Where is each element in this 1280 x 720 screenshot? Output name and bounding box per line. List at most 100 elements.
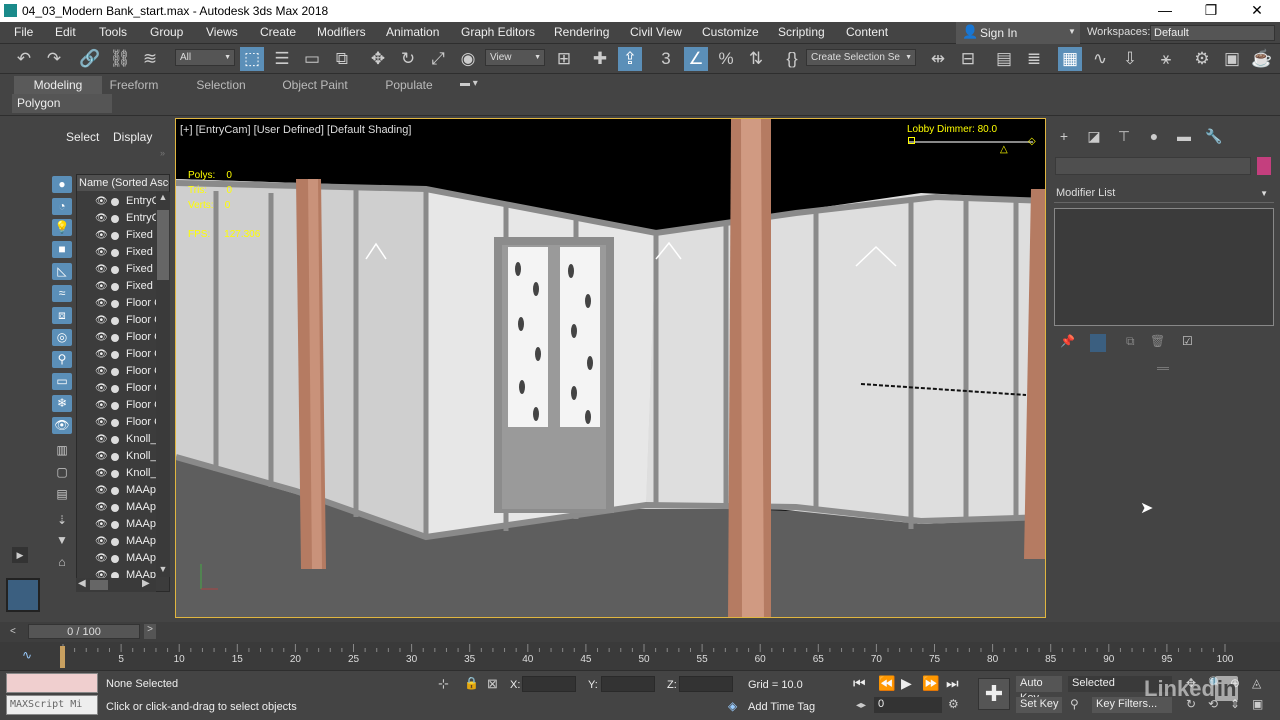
freeze-toggle-icon[interactable] [111,317,119,325]
spinner-snap-icon[interactable]: ⇅ [744,47,768,71]
field-of-view-icon[interactable]: ◬ [1252,676,1261,690]
freeze-toggle-icon[interactable] [111,538,119,546]
unlink-icon[interactable]: ⛓ [108,47,132,71]
menu-create[interactable]: Create [260,25,296,39]
display-bones-icon[interactable]: ⚲ [52,351,72,368]
pin-stack-icon[interactable]: 📌 [1060,334,1075,348]
menu-edit[interactable]: Edit [55,25,76,39]
next-frame-icon[interactable]: ⏩ [922,675,939,692]
visibility-eye-icon[interactable]: 👁 [95,227,108,244]
freeze-toggle-icon[interactable] [111,436,119,444]
freeze-toggle-icon[interactable] [111,521,119,529]
set-key-big-button[interactable]: ✚ [978,678,1010,710]
show-end-result-icon[interactable] [1090,334,1106,352]
redo-icon[interactable]: ↷ [42,47,66,71]
menu-file[interactable]: File [14,25,33,39]
slider-marker-icon[interactable]: △ [1000,144,1008,155]
scene-list-item[interactable]: 👁 Floor C [77,295,161,312]
scene-list-item[interactable]: 👁 MAAp [77,482,161,499]
object-color-swatch[interactable] [1257,157,1271,175]
angle-snap-icon[interactable]: ∠ [684,47,708,71]
visibility-eye-icon[interactable]: 👁 [95,346,108,363]
add-time-tag-button[interactable]: ◈ Add Time Tag [724,698,824,716]
menu-animation[interactable]: Animation [386,25,439,39]
motion-tab-icon[interactable]: ● [1144,128,1164,146]
display-hidden-icon[interactable]: 👁 [52,417,72,434]
display-frozen-icon[interactable]: ❄ [52,395,72,412]
scroll-down-icon[interactable]: ▼ [157,564,169,576]
curve-editor-mini-icon[interactable]: ∿ [22,648,32,662]
freeze-toggle-icon[interactable] [111,334,119,342]
edit-named-selection-icon[interactable]: {} [780,47,804,71]
y-coordinate-field[interactable] [601,676,655,692]
explorer-tab-select[interactable]: Select [66,130,99,144]
rotate-icon[interactable]: ↻ [396,47,420,71]
key-mode-toggle-icon[interactable]: ◂▸ [856,700,866,711]
visibility-eye-icon[interactable]: 👁 [95,363,108,380]
selection-filter-select[interactable]: All [175,49,235,66]
prev-frame-icon[interactable]: ⏪ [878,675,895,692]
named-selection-set-select[interactable]: Create Selection Se [806,49,916,66]
visibility-eye-icon[interactable]: 👁 [95,329,108,346]
visibility-eye-icon[interactable]: 👁 [95,550,108,567]
visibility-eye-icon[interactable]: 👁 [95,278,108,295]
z-coordinate-field[interactable] [679,676,733,692]
time-next-icon[interactable]: > [144,624,156,639]
freeze-toggle-icon[interactable] [111,555,119,563]
visibility-eye-icon[interactable]: 👁 [95,482,108,499]
selection-lock-icon[interactable]: 🔒 [464,676,479,690]
visibility-eye-icon[interactable]: 👁 [95,210,108,227]
scene-list-item[interactable]: 👁 EntryC [77,210,161,227]
scene-list-item[interactable]: 👁 Fixed [77,278,161,295]
scene-list-item[interactable]: 👁 EntryC [77,193,161,210]
schematic-view-icon[interactable]: ⚹ [1154,47,1178,71]
display-cameras-icon[interactable]: ■ [52,241,72,258]
freeze-toggle-icon[interactable] [111,487,119,495]
freeze-toggle-icon[interactable] [111,419,119,427]
visibility-eye-icon[interactable]: 👁 [95,465,108,482]
freeze-toggle-icon[interactable] [111,266,119,274]
scroll-thumb[interactable] [157,210,169,280]
move-icon[interactable]: ✥ [366,47,390,71]
tab-object-paint[interactable]: Object Paint [276,76,354,94]
time-slider[interactable] [0,622,1280,642]
snaps-toggle-icon[interactable]: 3 [654,47,678,71]
tab-modeling[interactable]: Modeling [14,76,102,94]
maximize-viewport-icon[interactable]: ▣ [1252,697,1263,711]
bind-space-warp-icon[interactable]: ≋ [138,47,162,71]
visibility-eye-icon[interactable]: 👁 [95,499,108,516]
isolate-selection-icon[interactable]: ⊹ [438,676,449,692]
placement-icon[interactable]: ◉ [456,47,480,71]
scale-icon[interactable]: ⤢ [426,47,450,71]
display-tab-icon[interactable]: ▬ [1174,128,1194,146]
polygon-modeling-panel[interactable]: Polygon Modeling [12,94,112,128]
freeze-toggle-icon[interactable] [111,215,119,223]
scene-list-scrollbar[interactable]: ▲ ▼ [156,192,170,577]
scene-list-item[interactable]: 👁 MAAp [77,516,161,533]
ribbon-options-icon[interactable]: ▬ ▾ [460,78,478,89]
display-space-warps-icon[interactable]: ≈ [52,285,72,302]
modify-tab-icon[interactable]: ◪ [1084,128,1104,146]
display-containers-icon[interactable]: ▭ [52,373,72,390]
key-filters-icon[interactable]: ⚲ [1070,697,1079,711]
make-unique-icon[interactable]: ⧉ [1126,334,1135,349]
current-frame-field[interactable]: 0 [874,697,942,713]
scene-list-item[interactable]: 👁 Floor C [77,380,161,397]
configure-modifier-sets-icon[interactable]: ☑ [1182,334,1193,348]
tab-selection[interactable]: Selection [186,76,256,94]
scene-list-item[interactable]: 👁 Fixed [77,244,161,261]
maxscript-mini-input[interactable]: MAXScript Mi [6,695,98,715]
scene-list-item[interactable]: 👁 Floor C [77,414,161,431]
toggle-ribbon-icon[interactable]: ▦ [1058,47,1082,71]
scroll-left-icon[interactable]: ◀ [78,578,86,589]
render-production-icon[interactable]: ☕ [1250,47,1274,71]
scene-list-item[interactable]: 👁 Fixed [77,261,161,278]
scene-list-item[interactable]: 👁 Knoll_ [77,431,161,448]
scene-list-item[interactable]: 👁 Knoll_ [77,465,161,482]
explorer-collapse-icon[interactable]: » [160,148,165,158]
time-slider-thumb[interactable]: 0 / 100 [28,624,140,639]
scroll-right-icon[interactable]: ▶ [142,578,150,589]
percent-snap-icon[interactable]: % [714,47,738,71]
object-name-field[interactable] [1055,157,1251,175]
visibility-eye-icon[interactable]: 👁 [95,295,108,312]
